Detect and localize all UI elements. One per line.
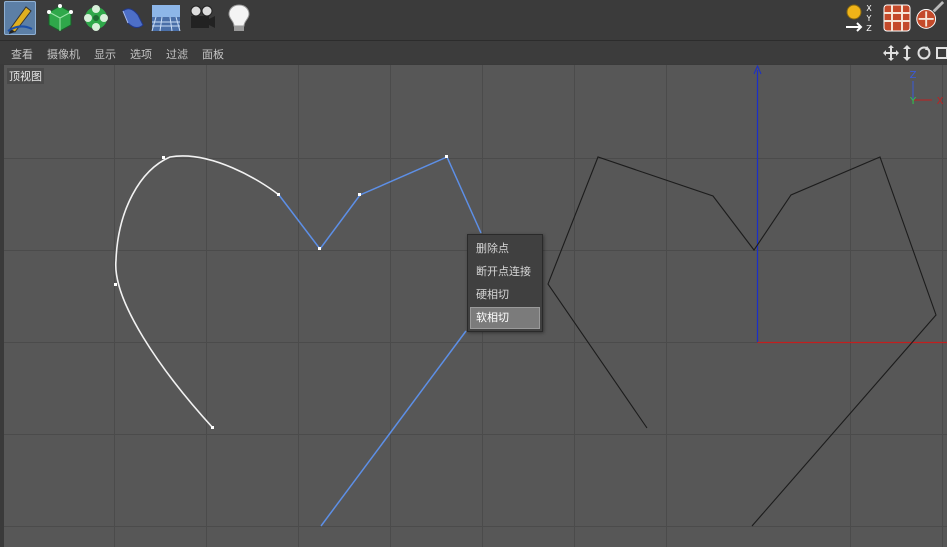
menu-display[interactable]: 显示	[94, 46, 116, 62]
black-spline-shape[interactable]	[547, 156, 937, 527]
zoom-view-icon[interactable]	[903, 45, 911, 61]
gizmo-y-label: Y	[909, 96, 917, 107]
cube-icon	[47, 4, 73, 32]
floor-button[interactable]	[150, 1, 182, 35]
svg-text:Y: Y	[866, 14, 872, 23]
subdivision-icon	[84, 5, 108, 31]
render-settings-button[interactable]	[913, 1, 947, 35]
extrude-icon	[122, 8, 144, 29]
menu-camera[interactable]: 摄像机	[47, 46, 80, 62]
move-view-icon[interactable]	[883, 45, 899, 61]
extrude-button[interactable]	[116, 1, 148, 35]
hard-interpolation-item[interactable]: 硬相切	[470, 284, 540, 306]
rotate-view-icon[interactable]	[917, 46, 931, 60]
pen-icon	[7, 6, 33, 34]
svg-text:X: X	[866, 4, 872, 13]
selected-spline-segment[interactable]	[278, 156, 482, 527]
menu-panel[interactable]: 面板	[202, 46, 224, 62]
axis-gizmo: Z Y X	[909, 70, 944, 107]
render-view-button[interactable]	[881, 1, 913, 35]
viewport-navigation	[883, 45, 947, 61]
render-pattern-icon	[883, 4, 911, 32]
pen-tool-button[interactable]	[4, 1, 36, 35]
menu-view[interactable]: 查看	[11, 46, 33, 62]
viewport-menubar: 查看 摄像机 显示 选项 过滤 面板	[0, 41, 947, 64]
camera-icon	[190, 5, 215, 28]
break-connection-item[interactable]: 断开点连接	[470, 261, 540, 283]
maximize-view-icon[interactable]	[936, 47, 947, 59]
point-context-menu: 删除点 断开点连接 硬相切 软相切	[467, 234, 543, 332]
subdivision-button[interactable]	[80, 1, 112, 35]
cube-button[interactable]	[44, 1, 76, 35]
delete-point-item[interactable]: 删除点	[470, 238, 540, 260]
camera-button[interactable]	[186, 1, 218, 35]
coordinate-system-button[interactable]: X Y Z	[843, 1, 875, 35]
white-spline-curve[interactable]	[115, 155, 280, 429]
viewport-name-label[interactable]: 顶视图	[7, 68, 44, 84]
floor-icon	[151, 5, 181, 32]
menu-filter[interactable]: 过滤	[166, 46, 188, 62]
spline-points[interactable]	[114, 155, 448, 429]
svg-text:Z: Z	[866, 24, 872, 33]
gizmo-x-label: X	[937, 96, 944, 107]
light-button[interactable]	[223, 1, 255, 35]
menu-options[interactable]: 选项	[130, 46, 152, 62]
soft-interpolation-item[interactable]: 软相切	[470, 307, 540, 329]
main-toolbar: X Y Z	[0, 0, 947, 41]
xyz-coordinate-icon: X Y Z	[846, 4, 872, 33]
render-settings-icon	[916, 1, 945, 29]
lightbulb-icon	[228, 4, 250, 31]
gizmo-z-label: Z	[910, 70, 917, 81]
